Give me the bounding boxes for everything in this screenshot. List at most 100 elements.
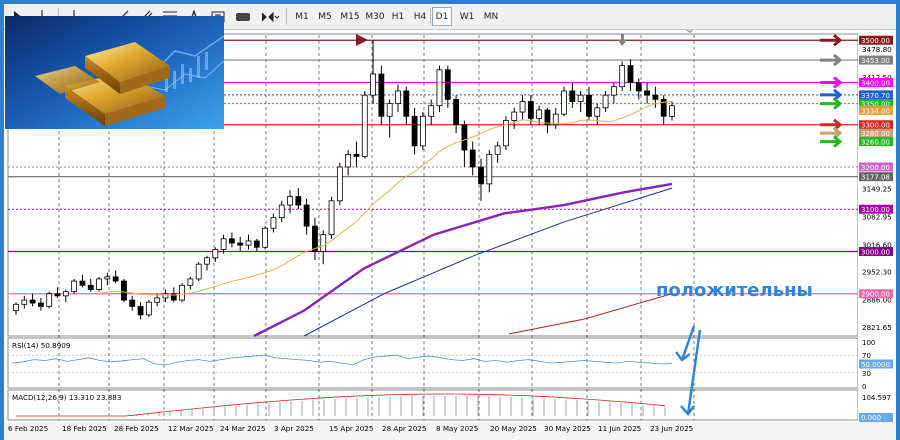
- top-caret-icon: [685, 30, 694, 33]
- candle-body: [561, 90, 567, 115]
- timeframe-mn-button[interactable]: MN: [480, 7, 502, 26]
- rsi-level-label: 0: [862, 383, 866, 391]
- level-badge-label: 3500.00: [861, 37, 890, 45]
- candle-body: [519, 101, 526, 113]
- candle-body: [627, 65, 634, 83]
- macd-panel: [7, 389, 859, 421]
- time-tick-label: 15 Apr 2025: [329, 424, 373, 433]
- price-tick-label: 2821.65: [862, 323, 892, 332]
- timeframe-h1-button[interactable]: H1: [388, 7, 408, 26]
- candle-body: [536, 109, 543, 119]
- candle-body: [494, 145, 501, 155]
- level-badge-label: 2900.00: [861, 291, 890, 299]
- rsi-title: RSI(14) 50.8909: [12, 341, 71, 350]
- candle-body: [253, 240, 260, 248]
- candle-body: [644, 90, 650, 96]
- candle-body: [353, 153, 360, 157]
- time-tick-label: 23 Jun 2025: [650, 424, 693, 433]
- candle-body: [336, 166, 343, 202]
- candle-body: [278, 204, 285, 219]
- candle-body: [162, 293, 169, 299]
- annotation-text: положительны: [656, 280, 813, 301]
- level-badge-label: 3177.08: [861, 174, 890, 182]
- timeframe-m30-button[interactable]: M30: [364, 7, 386, 26]
- rsi-level-label: 100: [862, 339, 875, 347]
- timeframe-m15-button[interactable]: M15: [338, 7, 362, 26]
- gold-bars-picture: [5, 16, 224, 129]
- candle-body: [21, 299, 28, 305]
- price-tick-label: 3478.80: [862, 45, 892, 54]
- time-tick-label: 28 Apr 2025: [382, 424, 426, 433]
- time-tick-label: 30 May 2025: [544, 424, 591, 433]
- timeframe-d1-button[interactable]: D1: [432, 7, 452, 26]
- candle-body: [303, 204, 310, 227]
- time-tick-label: 8 May 2025: [436, 424, 478, 433]
- candle-body: [577, 94, 584, 102]
- candle-body: [187, 278, 194, 286]
- candle-body: [195, 263, 202, 280]
- candle-body: [453, 98, 460, 126]
- candle-body: [436, 69, 443, 107]
- candle-body: [378, 73, 385, 117]
- candle-body: [403, 90, 410, 117]
- candle-body: [29, 299, 36, 304]
- shapes-tool-icon[interactable]: [232, 7, 254, 26]
- candle-body: [635, 82, 642, 92]
- timeframe-m1-button[interactable]: M1: [292, 7, 312, 26]
- candle-body: [54, 293, 61, 297]
- price-tick-label: 2952.30: [862, 268, 892, 277]
- candle-body: [96, 278, 102, 290]
- arrows-dropdown-icon[interactable]: [258, 7, 282, 26]
- candle-body: [204, 257, 210, 265]
- level-badge-label: 3300.00: [861, 122, 890, 130]
- level-badge-label: 3453.00: [861, 57, 890, 65]
- candle-body: [361, 94, 368, 157]
- candle-body: [511, 111, 518, 121]
- time-tick-label: 28 Feb 2025: [114, 424, 159, 433]
- candle-body: [370, 73, 376, 96]
- level-badge-label: 3334.00: [861, 107, 890, 115]
- candle-body: [295, 196, 302, 206]
- candle-body: [38, 302, 44, 307]
- time-tick-label: 6 Feb 2025: [8, 424, 48, 433]
- time-tick-label: 24 Mar 2025: [220, 424, 266, 433]
- candle-body: [46, 293, 53, 307]
- candle-body: [228, 238, 235, 244]
- candle-body: [444, 69, 451, 100]
- level-badge-label: 3370.70: [861, 92, 890, 100]
- candle-body: [328, 200, 335, 235]
- timeframe-w1-button[interactable]: W1: [456, 7, 478, 26]
- candle-body: [212, 248, 219, 259]
- level-badge-label: 3100.00: [861, 206, 890, 214]
- candle-body: [652, 94, 659, 100]
- terminal-window: M1M5M15M30H1H4D1W1MN положительны▼ XAUUS…: [0, 0, 900, 440]
- candle-body: [220, 238, 227, 250]
- level-badge-label: 3000.00: [861, 248, 890, 256]
- macd-level-label: 104.597: [862, 394, 891, 402]
- candle-body: [121, 280, 127, 301]
- candle-body: [586, 94, 592, 117]
- candle-body: [669, 105, 675, 117]
- macd-title: MACD(12,26,9) 13.310 23.883: [12, 393, 121, 402]
- timeframe-h4-button[interactable]: H4: [410, 7, 430, 26]
- candle-body: [112, 276, 119, 282]
- candle-body: [411, 115, 418, 147]
- candle-body: [486, 153, 493, 185]
- candle-body: [320, 234, 327, 252]
- candle-body: [245, 240, 252, 246]
- candle-body: [602, 94, 609, 109]
- candle-body: [145, 301, 152, 316]
- timeframe-m5-button[interactable]: M5: [314, 7, 336, 26]
- level-badge-label: 3280.00: [861, 130, 890, 138]
- candle-body: [527, 101, 534, 119]
- macd-level-label: 0.000: [861, 414, 881, 422]
- rsi-panel: [7, 337, 859, 389]
- candle-body: [13, 303, 19, 312]
- rsi-level-label: 50.0000: [861, 361, 890, 369]
- candle-body: [478, 166, 484, 185]
- candle-body: [461, 124, 468, 151]
- candle-body: [386, 103, 393, 117]
- candle-body: [594, 107, 601, 117]
- price-tick-label: 3149.25: [862, 184, 892, 193]
- rsi-level-label: 30: [862, 370, 871, 378]
